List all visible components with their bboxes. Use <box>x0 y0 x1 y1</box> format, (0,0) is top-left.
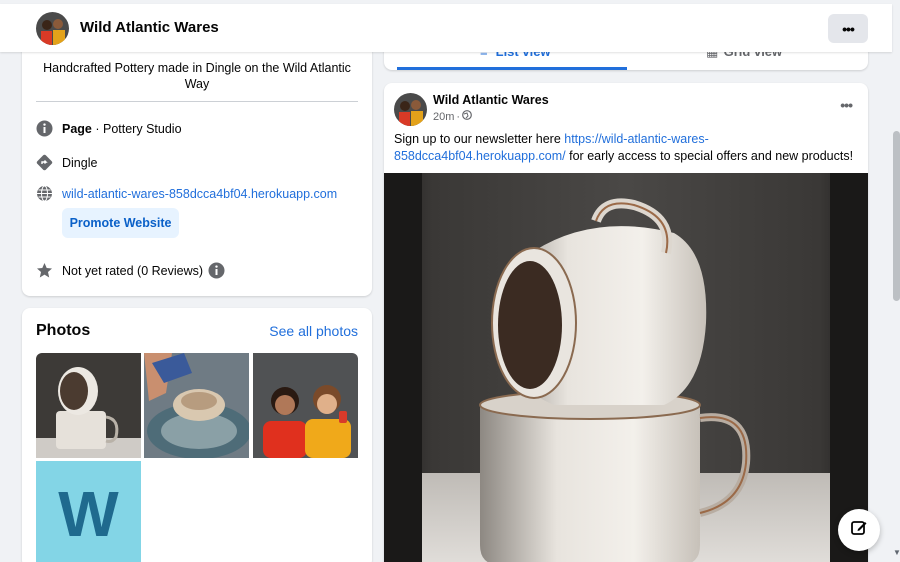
location-row: Dingle <box>36 154 97 171</box>
post-author-name[interactable]: Wild Atlantic Wares <box>433 93 549 107</box>
photo-thumbnail-logo[interactable]: W <box>36 461 141 562</box>
page-avatar[interactable] <box>36 12 69 45</box>
page-header-bar: Wild Atlantic Wares ••• <box>0 4 892 52</box>
scroll-down-icon[interactable]: ▼ <box>893 548 900 557</box>
website-link[interactable]: wild-atlantic-wares-858dcca4bf04.herokua… <box>62 187 337 201</box>
info-icon <box>36 120 53 137</box>
post-meta: 20m · <box>433 110 472 123</box>
rating-row: Not yet rated (0 Reviews) <box>36 262 225 279</box>
page-title[interactable]: Wild Atlantic Wares <box>80 19 219 36</box>
post-text: Sign up to our newsletter here https://w… <box>394 132 854 163</box>
photo-thumbnail-founders[interactable] <box>253 353 358 458</box>
globe-icon <box>36 185 53 202</box>
rating-info-icon[interactable] <box>208 262 225 279</box>
logo-letter: W <box>58 477 119 550</box>
edit-icon <box>850 519 868 542</box>
photos-card: Photos See all photos W <box>22 308 372 562</box>
promote-website-button[interactable]: Promote Website <box>62 208 179 238</box>
globe-icon <box>462 110 472 123</box>
post-options-icon[interactable]: ••• <box>840 97 853 113</box>
location-text[interactable]: Dingle <box>62 156 97 170</box>
ellipsis-icon: ••• <box>842 20 855 37</box>
more-options-button[interactable]: ••• <box>828 14 868 43</box>
post-author-avatar[interactable] <box>394 93 427 126</box>
active-tab-indicator <box>397 67 627 70</box>
photos-title: Photos <box>36 322 91 339</box>
rating-text: Not yet rated (0 Reviews) <box>62 263 204 278</box>
star-icon <box>36 262 53 279</box>
post-image-mugs[interactable] <box>384 173 868 562</box>
page-bio: Handcrafted Pottery made in Dingle on th… <box>43 61 351 91</box>
see-all-photos-link[interactable]: See all photos <box>269 323 358 339</box>
website-row: wild-atlantic-wares-858dcca4bf04.herokua… <box>36 185 337 202</box>
photo-thumbnail-pottery-wheel[interactable] <box>144 353 249 458</box>
divider <box>36 101 358 102</box>
post-timestamp[interactable]: 20m <box>433 111 454 123</box>
post-card: Wild Atlantic Wares 20m · ••• Sign up to… <box>384 83 868 562</box>
directions-icon <box>36 154 53 171</box>
intro-card: Handcrafted Pottery made in Dingle on th… <box>22 40 372 296</box>
category-value: · Pottery Studio <box>91 121 182 136</box>
photo-thumbnail-mugs[interactable] <box>36 353 141 458</box>
page-category-row: Page · Pottery Studio <box>36 120 182 137</box>
scrollbar-thumb[interactable] <box>893 131 900 301</box>
compose-message-button[interactable] <box>838 509 880 551</box>
category-label: Page <box>62 121 92 136</box>
